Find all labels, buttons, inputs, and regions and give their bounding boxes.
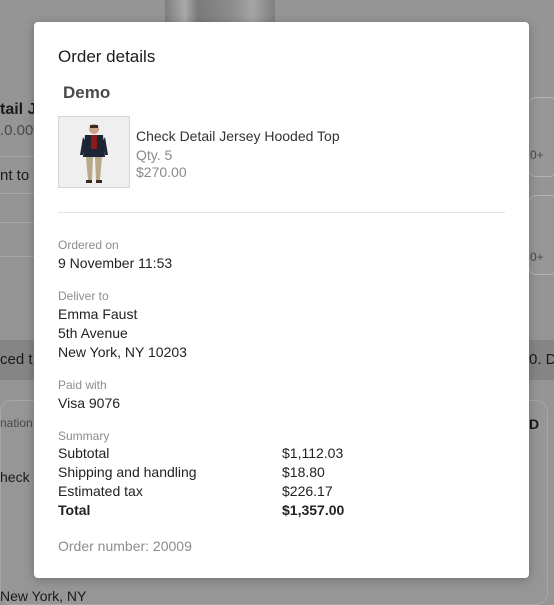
- summary-row-amount: $1,357.00: [282, 502, 345, 518]
- summary-row-amount: $226.17: [282, 483, 333, 499]
- product-thumbnail[interactable]: [58, 116, 130, 188]
- summary-row-label: Estimated tax: [58, 483, 143, 499]
- background-badge: 0+: [530, 148, 544, 162]
- address-street: 5th Avenue: [58, 325, 128, 341]
- ordered-on-value: 9 November 11:53: [58, 255, 173, 271]
- ordered-on-label: Ordered on: [58, 238, 119, 252]
- background-info-right: D: [529, 416, 540, 432]
- background-item-title: tail J: [0, 101, 37, 118]
- summary-row-tax: Estimated tax $226.17: [58, 483, 358, 502]
- store-name: Demo: [63, 83, 111, 102]
- background-card: [528, 97, 554, 177]
- summary-row-label: Subtotal: [58, 445, 110, 461]
- background-check-text: heck: [0, 469, 30, 485]
- summary-row-label: Shipping and handling: [58, 464, 197, 480]
- payment-method: Visa 9076: [58, 395, 121, 411]
- background-banner-text: ced t: [0, 351, 33, 368]
- summary-row-shipping: Shipping and handling $18.80: [58, 464, 358, 483]
- product-price: $270.00: [136, 164, 187, 180]
- background-button: nt to: [0, 167, 30, 184]
- background-product-image: [165, 0, 275, 24]
- modal-title: Order details: [58, 47, 156, 66]
- order-details-modal: Order details Demo Check Detail Jersey H…: [34, 22, 529, 578]
- product-quantity: Qty. 5: [136, 147, 173, 163]
- product-image-icon: [59, 117, 129, 187]
- summary-row-subtotal: Subtotal $1,112.03: [58, 445, 358, 464]
- deliver-to-label: Deliver to: [58, 289, 109, 303]
- summary-row-amount: $18.80: [282, 464, 325, 480]
- background-item-price: .0.00: [0, 122, 34, 139]
- recipient-name: Emma Faust: [58, 306, 138, 322]
- summary-row-label: Total: [58, 502, 91, 518]
- address-city: New York, NY 10203: [58, 344, 187, 360]
- summary-label: Summary: [58, 429, 110, 443]
- summary-row-total: Total $1,357.00: [58, 502, 358, 521]
- background-info-label: nation: [0, 416, 33, 430]
- background-badge: 0+: [530, 250, 544, 264]
- background-address: New York, NY: [0, 588, 87, 604]
- paid-with-label: Paid with: [58, 378, 107, 392]
- background-banner-text-right: 0. D: [529, 351, 554, 368]
- order-number: Order number: 20009: [58, 538, 192, 554]
- divider: [58, 212, 505, 213]
- product-name[interactable]: Check Detail Jersey Hooded Top: [136, 128, 340, 144]
- summary-row-amount: $1,112.03: [282, 445, 344, 461]
